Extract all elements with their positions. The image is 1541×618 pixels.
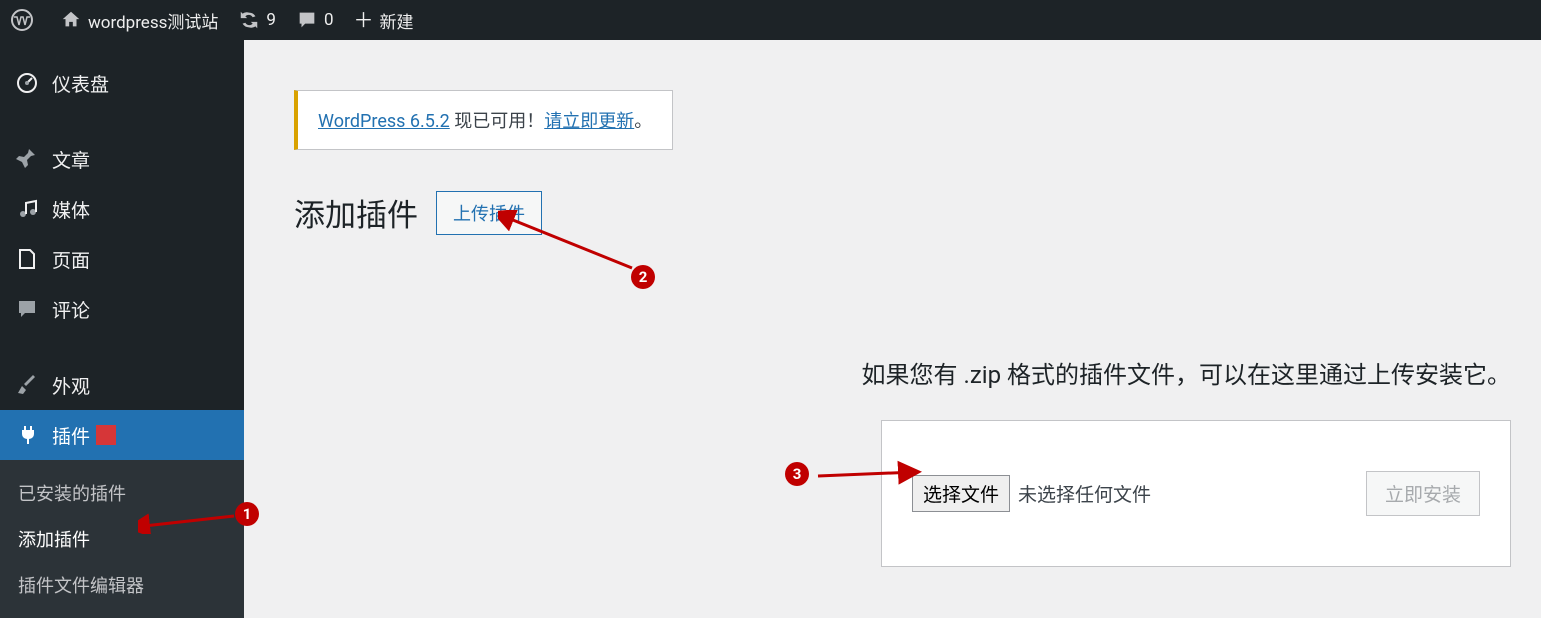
upload-help-text: 如果您有 .zip 格式的插件文件，可以在这里通过上传安装它。: [264, 355, 1521, 390]
comment-icon: [14, 296, 40, 322]
sidebar-item-label: 外观: [52, 372, 90, 399]
file-status-text: 未选择任何文件: [1018, 480, 1151, 507]
update-badge: [96, 425, 116, 445]
sidebar-item-comments[interactable]: 评论: [0, 284, 244, 334]
update-now-link[interactable]: 请立即更新: [544, 111, 634, 132]
pin-icon: [14, 146, 40, 172]
sidebar-item-dashboard[interactable]: 仪表盘: [0, 58, 244, 108]
install-now-button[interactable]: 立即安装: [1366, 471, 1480, 516]
sidebar-item-media[interactable]: 媒体: [0, 184, 244, 234]
plug-icon: [14, 422, 40, 448]
comments-count: 0: [324, 10, 334, 30]
media-icon: [14, 196, 40, 222]
notice-suffix: 。: [634, 111, 652, 132]
sidebar-item-posts[interactable]: 文章: [0, 134, 244, 184]
plugins-submenu: 已安装的插件 添加插件 插件文件编辑器: [0, 460, 244, 618]
page-icon: [14, 246, 40, 272]
admin-bar: wordpress测试站 9 0 ＋ 新建: [0, 0, 1541, 40]
annotation-arrow-2: [498, 210, 638, 280]
updates-count: 9: [266, 10, 276, 30]
update-notice: WordPress 6.5.2 现已可用！请立即更新。: [294, 90, 673, 150]
sidebar-item-label: 媒体: [52, 196, 90, 223]
sidebar-item-label: 评论: [52, 296, 90, 323]
submenu-item-plugin-editor[interactable]: 插件文件编辑器: [0, 562, 244, 608]
plus-icon: ＋: [354, 10, 374, 30]
sidebar-item-label: 页面: [52, 246, 90, 273]
new-label: 新建: [380, 8, 414, 33]
sidebar-item-plugins[interactable]: 插件: [0, 410, 244, 460]
main-content: WordPress 6.5.2 现已可用！请立即更新。 添加插件 上传插件 如果…: [244, 40, 1541, 604]
choose-file-button[interactable]: 选择文件: [912, 475, 1010, 512]
site-name: wordpress测试站: [88, 8, 218, 33]
annotation-arrow-1: [138, 504, 238, 534]
sidebar-item-label: 插件: [52, 422, 90, 449]
comments-link[interactable]: 0: [286, 0, 344, 40]
page-title: 添加插件: [294, 190, 418, 235]
page-heading-row: 添加插件 上传插件: [294, 190, 1521, 235]
sidebar-item-label: 文章: [52, 146, 90, 173]
notice-mid-text: 现已可用！: [450, 111, 544, 132]
annotation-badge-1: 1: [235, 502, 259, 526]
updates-link[interactable]: 9: [228, 0, 286, 40]
site-home-link[interactable]: wordpress测试站: [50, 0, 228, 40]
sidebar-item-label: 仪表盘: [52, 70, 109, 97]
dashboard-icon: [14, 70, 40, 96]
annotation-arrow-3: [812, 460, 922, 490]
brush-icon: [14, 372, 40, 398]
sidebar-item-pages[interactable]: 页面: [0, 234, 244, 284]
annotation-badge-2: 2: [631, 265, 655, 289]
new-content-link[interactable]: ＋ 新建: [344, 0, 424, 40]
wordpress-version-link[interactable]: WordPress 6.5.2: [318, 111, 450, 132]
wordpress-logo[interactable]: [0, 0, 50, 40]
upload-form: 选择文件 未选择任何文件 立即安装: [881, 420, 1511, 567]
sidebar-item-appearance[interactable]: 外观: [0, 360, 244, 410]
annotation-badge-3: 3: [785, 462, 809, 486]
